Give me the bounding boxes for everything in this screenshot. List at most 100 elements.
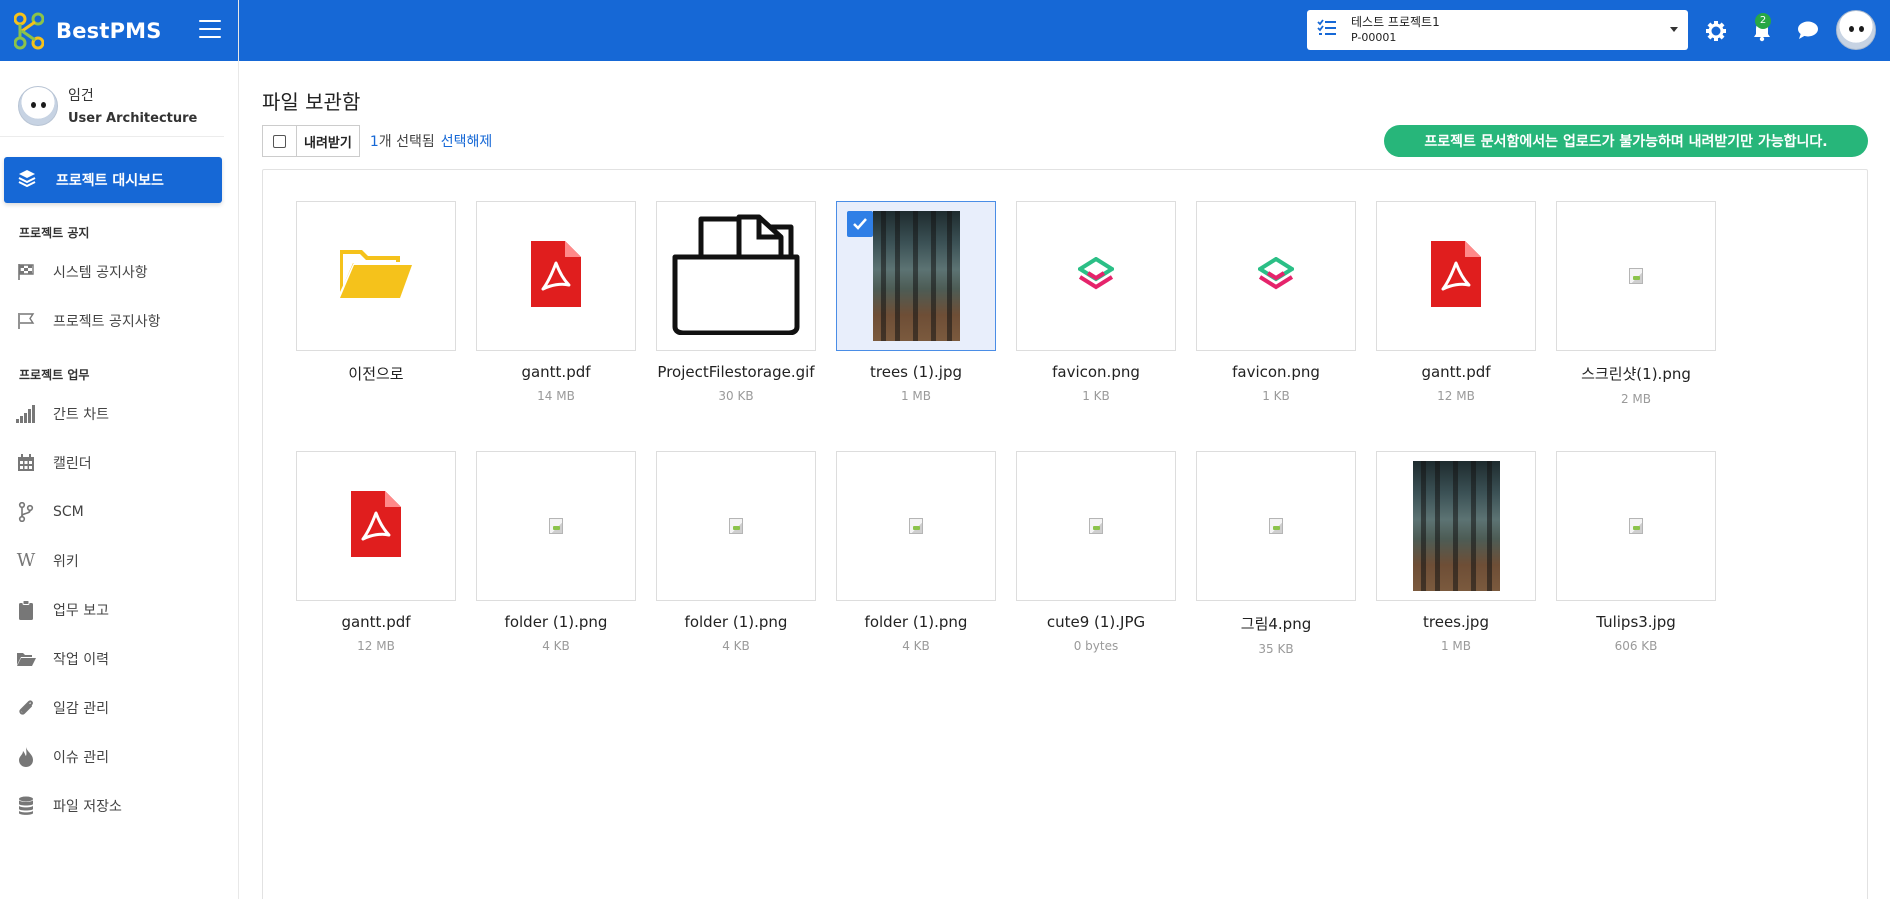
user-profile: 임건 User Architecture: [0, 61, 224, 137]
favicon-logo-icon: [1076, 256, 1116, 295]
code-branch-icon: [15, 501, 37, 523]
sidebar-item-task-management[interactable]: 일감 관리: [0, 683, 238, 732]
file-thumbnail[interactable]: [656, 451, 816, 601]
file-item[interactable]: Tulips3.jpg 606 KB: [1555, 451, 1717, 653]
wikipedia-icon: W: [16, 550, 36, 571]
sidebar-item-calendar[interactable]: 캘린더: [0, 438, 238, 487]
sidebar-item-label: 간트 차트: [53, 406, 109, 423]
sidebar-item-gantt-chart[interactable]: 간트 차트: [0, 389, 238, 438]
file-thumbnail[interactable]: [1556, 201, 1716, 351]
avatar[interactable]: [18, 85, 58, 126]
sidebar-item-issue-management[interactable]: 이슈 관리: [0, 732, 238, 781]
sidebar-item-project-dashboard[interactable]: 프로젝트 대시보드: [4, 157, 222, 203]
user-role: User Architecture: [68, 111, 198, 126]
folder-document-icon: [671, 213, 801, 339]
readonly-notice-banner: 프로젝트 문서함에서는 업로드가 불가능하며 내려받기만 가능합니다.: [1384, 125, 1868, 157]
file-name: favicon.png: [1052, 363, 1140, 381]
file-size: 1 MB: [1440, 639, 1472, 653]
file-thumbnail[interactable]: [1376, 451, 1536, 601]
file-thumbnail[interactable]: [1196, 451, 1356, 601]
file-size: 1 KB: [1082, 389, 1110, 403]
notification-badge: 2: [1755, 13, 1771, 29]
file-item[interactable]: trees.jpg 1 MB: [1375, 451, 1537, 653]
file-thumbnail[interactable]: [1196, 201, 1356, 351]
file-item[interactable]: 스크린샷(1).png 2 MB: [1555, 201, 1717, 406]
sidebar-item-label: 업무 보고: [53, 602, 109, 619]
file-size: 35 KB: [1258, 642, 1294, 656]
sidebar-item-project-notice[interactable]: 프로젝트 공지사항: [0, 296, 238, 345]
sidebar-item-label: 캘린더: [53, 455, 92, 472]
broken-image-icon: [909, 518, 923, 534]
file-size: 30 KB: [718, 389, 754, 403]
file-item[interactable]: gantt.pdf 12 MB: [295, 451, 457, 653]
file-name: ProjectFilestorage.gif: [657, 363, 815, 381]
trees-image: [1412, 461, 1500, 591]
bestpms-logo-icon[interactable]: [13, 11, 45, 51]
file-thumbnail[interactable]: [1016, 201, 1176, 351]
download-button[interactable]: 내려받기: [297, 125, 360, 157]
file-thumbnail[interactable]: [1376, 201, 1536, 351]
file-name: gantt.pdf: [341, 613, 411, 631]
file-thumbnail[interactable]: [476, 451, 636, 601]
checkered-flag-icon: [15, 261, 37, 283]
file-item-selected[interactable]: trees (1).jpg 1 MB: [835, 201, 997, 403]
sidebar-item-scm[interactable]: SCM: [0, 487, 238, 536]
file-thumbnail[interactable]: [836, 451, 996, 601]
favicon-logo-icon: [1256, 256, 1296, 295]
chat-bubble-icon[interactable]: [1797, 20, 1819, 42]
sidebar-item-file-storage[interactable]: 파일 저장소: [0, 781, 238, 830]
broken-image-icon: [1089, 518, 1103, 534]
file-name: 이전으로: [348, 365, 404, 383]
file-grid: 이전으로 gantt.pdf 14 MB ProjectFilestorage.…: [262, 169, 1868, 899]
file-item[interactable]: ProjectFilestorage.gif 30 KB: [655, 201, 817, 403]
selected-number: 1: [369, 134, 379, 150]
file-item[interactable]: cute9 (1).JPG 0 bytes: [1015, 451, 1177, 653]
user-name: 임건: [68, 88, 94, 104]
pdf-icon: [531, 241, 581, 311]
file-item[interactable]: favicon.png 1 KB: [1195, 201, 1357, 403]
sidebar-item-label: 위키: [53, 553, 79, 570]
file-name: folder (1).png: [864, 613, 968, 631]
file-size: 14 MB: [537, 389, 575, 403]
clear-selection-link[interactable]: 선택해제: [441, 131, 493, 151]
section-title-project-work: 프로젝트 업무: [19, 368, 90, 382]
file-item[interactable]: folder (1).png 4 KB: [475, 451, 637, 653]
file-size: 12 MB: [357, 639, 395, 653]
menu-toggle-icon[interactable]: [199, 20, 221, 38]
file-name: trees (1).jpg: [870, 363, 962, 381]
check-icon[interactable]: [847, 211, 873, 237]
broken-image-icon: [1629, 268, 1643, 284]
folder-open-icon: [15, 648, 37, 670]
file-thumbnail[interactable]: [836, 201, 996, 351]
file-item[interactable]: 그림4.png 35 KB: [1195, 451, 1357, 656]
file-thumbnail[interactable]: [1016, 451, 1176, 601]
file-item[interactable]: folder (1).png 4 KB: [655, 451, 817, 653]
file-item[interactable]: gantt.pdf 14 MB: [475, 201, 637, 403]
sidebar-item-work-report[interactable]: 업무 보고: [0, 585, 238, 634]
selected-suffix: 개 선택됨: [378, 134, 435, 150]
file-thumbnail[interactable]: [476, 201, 636, 351]
file-size: 606 KB: [1614, 639, 1658, 653]
file-item[interactable]: folder (1).png 4 KB: [835, 451, 997, 653]
app-name[interactable]: BestPMS: [56, 19, 162, 43]
broken-image-icon: [1269, 518, 1283, 534]
sidebar-item-system-notice[interactable]: 시스템 공지사항: [0, 247, 238, 296]
file-thumbnail[interactable]: [296, 201, 456, 351]
file-item[interactable]: 이전으로: [295, 201, 457, 392]
sidebar-item-work-history[interactable]: 작업 이력: [0, 634, 238, 683]
header-avatar[interactable]: [1836, 10, 1876, 50]
file-name: 스크린샷(1).png: [1581, 365, 1691, 383]
project-selector[interactable]: 테스트 프로젝트1 P-00001: [1307, 10, 1688, 50]
gear-icon[interactable]: [1705, 20, 1727, 42]
pdf-icon: [1431, 241, 1481, 311]
file-item[interactable]: gantt.pdf 12 MB: [1375, 201, 1537, 403]
paperclip-icon: [15, 697, 37, 719]
file-item[interactable]: favicon.png 1 KB: [1015, 201, 1177, 403]
task-list-icon: [1317, 19, 1337, 41]
file-thumbnail[interactable]: [656, 201, 816, 351]
file-thumbnail[interactable]: [1556, 451, 1716, 601]
select-all-checkbox[interactable]: [262, 125, 297, 157]
file-thumbnail[interactable]: [296, 451, 456, 601]
file-name: folder (1).png: [504, 613, 608, 631]
sidebar-item-wiki[interactable]: W 위키: [0, 536, 238, 585]
